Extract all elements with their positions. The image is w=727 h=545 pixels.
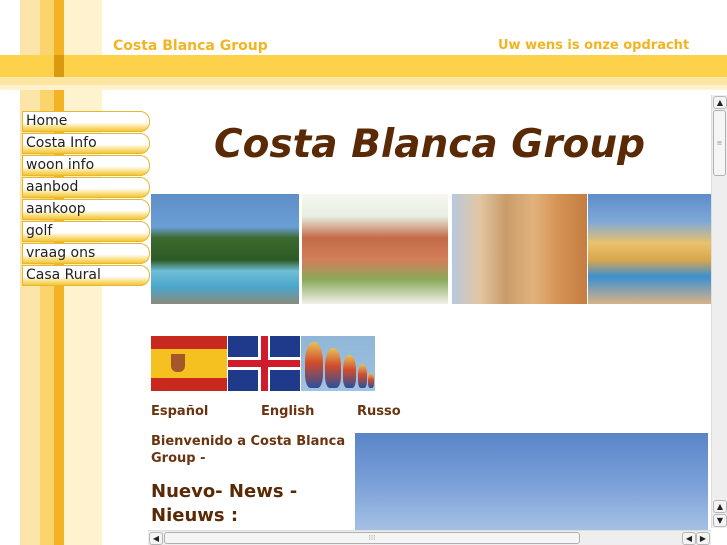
decor-band [0,85,727,90]
matryoshka-image[interactable] [301,336,375,391]
scroll-right-icon[interactable]: ▶ [696,532,710,545]
sidebar-nav: Home Costa Info woon info aanbod aankoop… [22,111,150,287]
news-heading: Nuevo- News - Nieuws : [151,481,298,526]
scroll-down-icon[interactable]: ▼ [713,514,727,527]
vertical-scrollbar[interactable]: ▲ ≡ ▲ ▼ [711,95,727,528]
content-frame: Costa Blanca Group Español English Russo… [148,95,711,530]
photo-house-pool [588,194,711,304]
photo-town-street [452,194,587,304]
site-name: Costa Blanca Group [113,38,268,54]
welcome-text: Bienvenido a Costa Blanca Group - [151,434,346,466]
nav-item-golf[interactable]: golf [22,221,150,242]
nav-item-costa-info[interactable]: Costa Info [22,133,150,154]
horizontal-scrollbar[interactable]: ◀ ⁞⁞⁞ ◀ ▶ [148,530,711,545]
spain-flag-image[interactable] [151,336,227,391]
matryoshka-doll [305,342,323,388]
horizontal-scroll-thumb[interactable]: ⁞⁞⁞ [164,532,580,544]
matryoshka-doll [343,355,356,388]
uk-flag-image[interactable] [228,336,300,391]
nav-item-aanbod[interactable]: aanbod [22,177,150,198]
coat-of-arms-icon [171,354,185,372]
decor-band [0,77,727,85]
news-image [355,433,708,530]
nav-item-casa-rural[interactable]: Casa Rural [22,265,150,286]
matryoshka-doll [358,364,367,388]
scroll-up-icon[interactable]: ▲ [713,500,727,513]
scroll-up-icon[interactable]: ▲ [713,96,727,109]
tagline: Uw wens is onze opdracht [498,38,690,53]
nav-item-home[interactable]: Home [22,111,150,132]
matryoshka-doll [325,348,341,388]
photo-villa-painting [302,194,448,304]
page-title: Costa Blanca Group [213,122,646,167]
decor-band [0,55,727,77]
scroll-left-icon[interactable]: ◀ [149,532,163,545]
lang-link-russian[interactable]: Russo [357,404,401,419]
lang-link-english[interactable]: English [261,404,314,419]
nav-item-vraag-ons[interactable]: vraag ons [22,243,150,264]
decor-cross [54,55,64,77]
flag-cross [228,360,300,367]
scroll-left-icon[interactable]: ◀ [682,532,696,545]
lang-link-spanish[interactable]: Español [151,404,208,419]
nav-item-aankoop[interactable]: aankoop [22,199,150,220]
photo-villa-pool [151,194,299,304]
nav-item-woon-info[interactable]: woon info [22,155,150,176]
matryoshka-doll [368,373,374,388]
vertical-scroll-thumb[interactable]: ≡ [713,110,726,176]
